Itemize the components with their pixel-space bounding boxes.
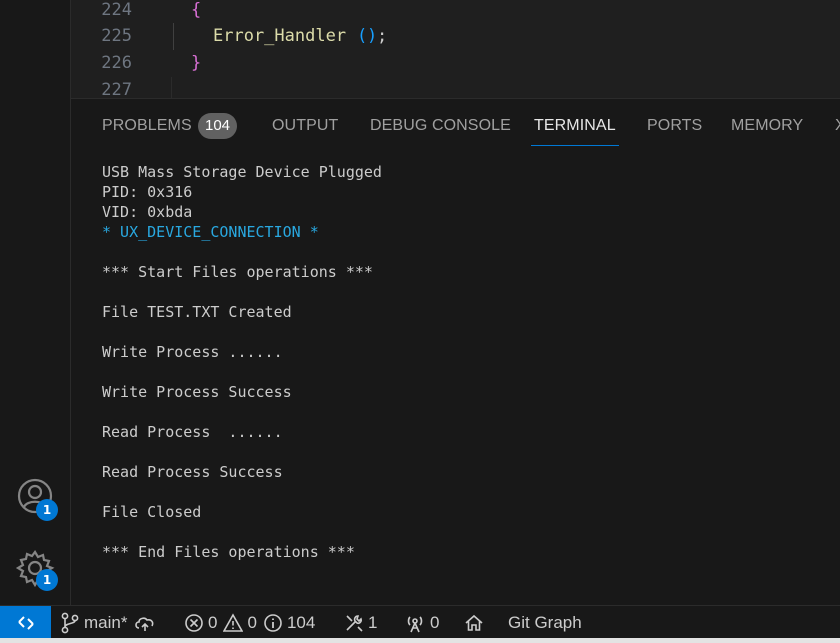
code-line: 225 Error_Handler ( ) ; — [71, 23, 840, 50]
remote-icon — [17, 615, 34, 630]
code-text: { — [191, 0, 202, 20]
terminal-line: PID: 0x316 — [102, 183, 193, 201]
line-number: 224 — [101, 0, 132, 20]
tab-more[interactable]: X — [835, 113, 840, 145]
remote-button[interactable] — [0, 606, 51, 639]
terminal-line: VID: 0xbda — [102, 203, 193, 221]
tab-problems[interactable]: PROBLEMS — [102, 113, 192, 145]
warning-count: 0 — [247, 612, 257, 632]
close-paren: ) — [367, 26, 378, 46]
accounts-badge: 1 — [36, 499, 58, 521]
settings-button[interactable]: 1 — [14, 547, 58, 591]
semicolon: ; — [377, 26, 388, 46]
terminal-line: Read Process Success — [102, 463, 283, 481]
error-count: 0 — [208, 612, 218, 632]
indent-guide — [171, 77, 172, 98]
terminal-line: File Closed — [102, 503, 202, 521]
problems-status[interactable]: 0 0 104 — [184, 606, 315, 639]
line-number: 227 — [101, 80, 132, 98]
home-button[interactable] — [464, 606, 484, 639]
tab-terminal[interactable]: TERMINAL — [531, 113, 619, 146]
terminal-line: Write Process ...... — [102, 343, 283, 361]
tab-debug-console[interactable]: DEBUG CONSOLE — [370, 113, 511, 145]
tab-output[interactable]: OUTPUT — [272, 113, 338, 145]
status-bar: main* 0 0 104 1 0 Git Graph — [0, 605, 840, 639]
problems-count-badge: 104 — [198, 113, 238, 139]
home-icon — [465, 614, 483, 631]
code-line: 226 } — [71, 50, 840, 77]
tab-ports[interactable]: PORTS — [647, 113, 702, 145]
terminal-line: *** Start Files operations *** — [102, 263, 373, 281]
accounts-button[interactable]: 1 — [14, 475, 58, 521]
terminal-line: USB Mass Storage Device Plugged — [102, 163, 382, 181]
branch-name: main* — [84, 612, 128, 632]
cloud-sync-icon — [135, 616, 154, 631]
branch-status[interactable]: main* — [60, 606, 157, 639]
code-line: 224 { — [71, 0, 840, 24]
info-count: 104 — [286, 612, 316, 632]
function-name: Error_Handler — [213, 26, 347, 46]
settings-badge: 1 — [36, 569, 58, 591]
line-number: 225 — [101, 26, 132, 46]
tools-icon — [346, 614, 363, 632]
warning-icon — [223, 612, 244, 632]
code-text: } — [191, 53, 202, 73]
ports-count: 0 — [430, 612, 440, 632]
broadcast-icon — [407, 615, 423, 632]
terminal-line: *** End Files operations *** — [102, 543, 355, 561]
code-line: 227 — [71, 77, 840, 98]
terminal-line: Read Process ...... — [102, 423, 283, 441]
git-graph-button[interactable]: Git Graph — [508, 606, 582, 639]
indent-guide — [173, 23, 174, 50]
terminal-line: Write Process Success — [102, 383, 292, 401]
terminal-line: File TEST.TXT Created — [102, 303, 292, 321]
info-icon — [264, 613, 282, 632]
open-paren: ( — [357, 26, 368, 46]
panel-tabs: PROBLEMS 104 OUTPUT DEBUG CONSOLE TERMIN… — [71, 99, 840, 155]
tools-count: 1 — [368, 612, 378, 632]
error-icon — [185, 613, 203, 632]
ports-status[interactable]: 0 — [404, 606, 439, 639]
tools-status[interactable]: 1 — [344, 606, 377, 639]
branch-icon — [61, 612, 79, 633]
terminal-output[interactable]: USB Mass Storage Device Plugged PID: 0x3… — [71, 155, 840, 605]
tab-memory[interactable]: MEMORY — [731, 113, 803, 145]
git-graph-label: Git Graph — [508, 612, 582, 632]
terminal-line-highlight: * UX_DEVICE_CONNECTION * — [102, 223, 319, 241]
code-editor[interactable]: 224 { 225 Error_Handler ( ) ; 226 } 227 — [71, 0, 840, 98]
activity-bar: 1 1 — [0, 0, 71, 605]
line-number: 226 — [101, 53, 132, 73]
window-edge — [0, 638, 840, 643]
